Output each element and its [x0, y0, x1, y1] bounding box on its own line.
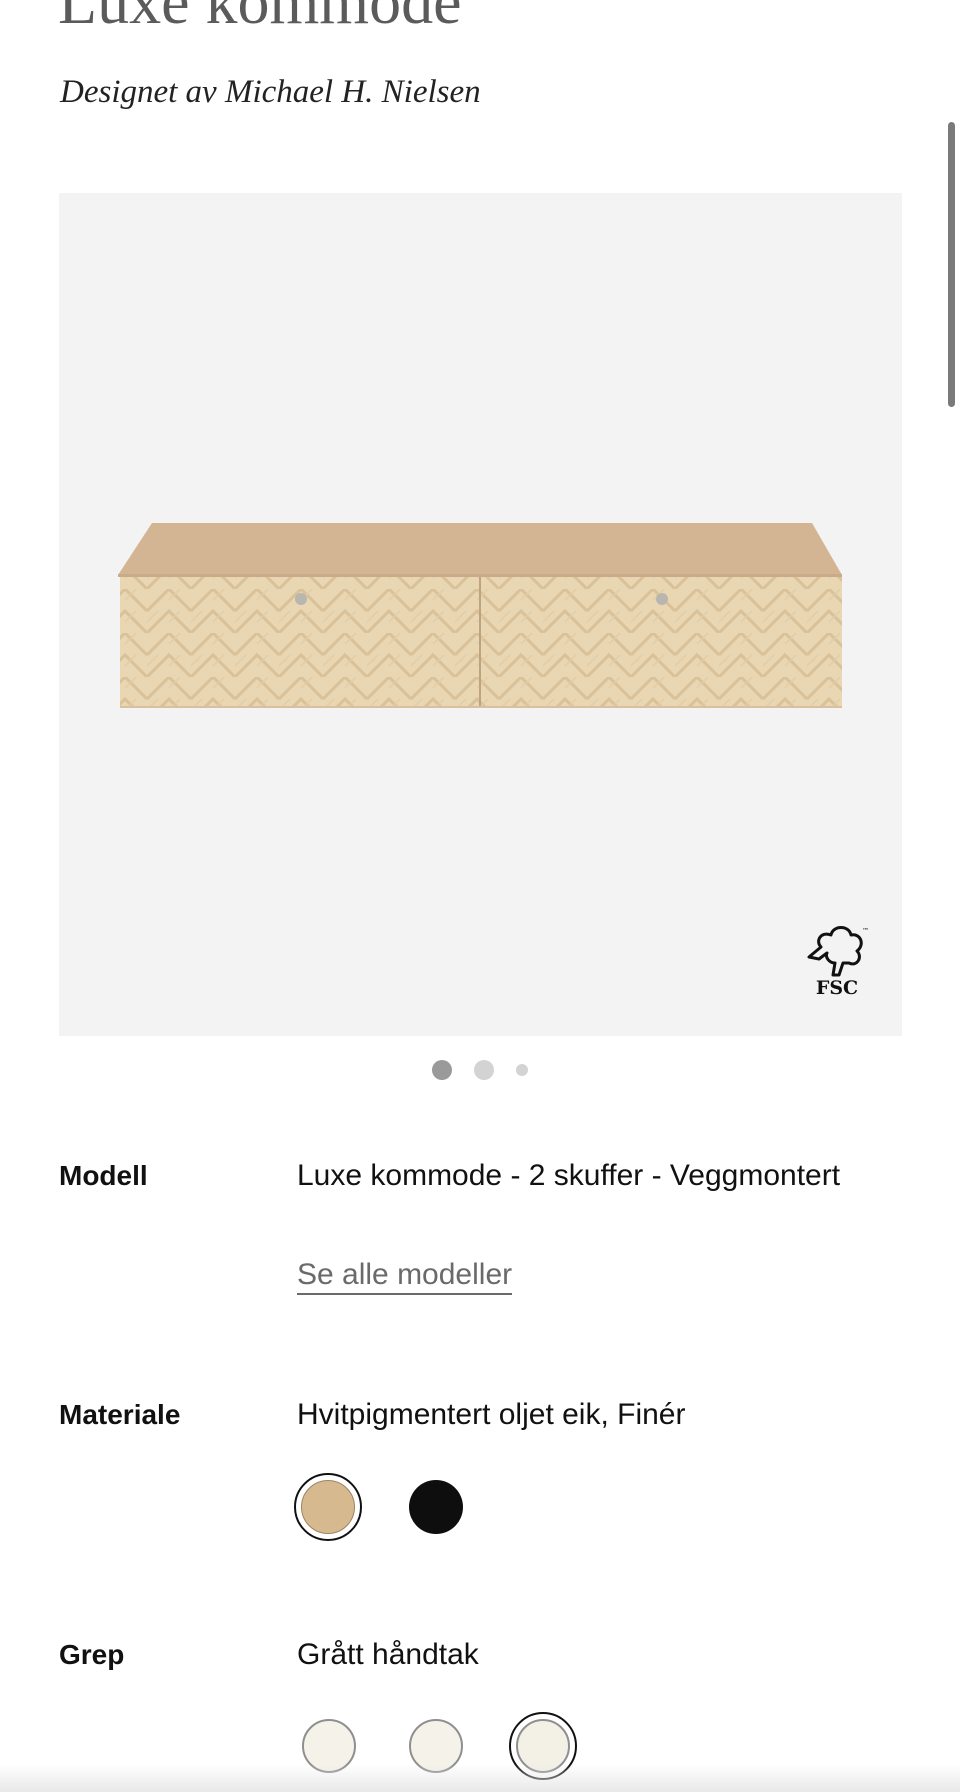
gallery-pagination: [0, 1060, 960, 1080]
material-option-black[interactable]: [402, 1473, 470, 1541]
fsc-badge: ™ FSC: [799, 923, 875, 1005]
pagination-dot-1[interactable]: [431, 1060, 452, 1080]
fsc-label: FSC: [815, 977, 859, 999]
material-option-oak[interactable]: [294, 1473, 362, 1541]
scrollbar[interactable]: [948, 122, 955, 407]
fsc-tree-icon: ™: [807, 926, 869, 977]
model-label: Modell: [59, 1160, 148, 1191]
fsc-tm: ™: [862, 927, 869, 935]
product-image: [118, 523, 842, 708]
pagination-dot-2[interactable]: [474, 1060, 494, 1080]
grip-value: Grått håndtak: [297, 1638, 479, 1671]
black-swatch: [409, 1480, 463, 1534]
designer-credit: Designet av Michael H. Nielsen: [60, 74, 481, 110]
grip-label: Grep: [59, 1639, 125, 1670]
material-label: Materiale: [59, 1399, 181, 1430]
product-title: Luxe kommode: [58, 0, 462, 37]
material-value: Hvitpigmentert oljet eik, Finér: [297, 1398, 686, 1431]
bottom-fade: [0, 1764, 960, 1792]
see-all-models-link[interactable]: Se alle modeller: [297, 1258, 513, 1295]
product-gallery[interactable]: ™ FSC: [59, 193, 902, 1036]
oak-swatch: [301, 1480, 355, 1534]
model-value: Luxe kommode - 2 skuffer - Veggmontert: [297, 1159, 841, 1192]
pagination-dot-3[interactable]: [516, 1064, 529, 1076]
